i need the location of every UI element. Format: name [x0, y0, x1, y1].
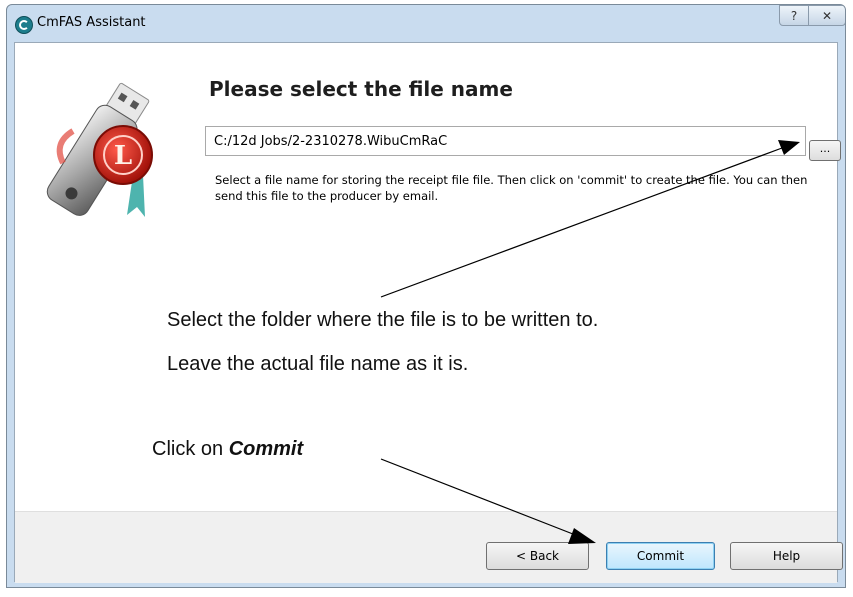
- usb-dongle-logo-icon: L: [46, 82, 153, 217]
- svg-text:L: L: [114, 141, 132, 171]
- app-icon: [15, 16, 33, 34]
- annotation-select-folder: Select the folder where the file is to b…: [167, 309, 599, 331]
- title-help-button[interactable]: ?: [779, 5, 809, 26]
- title-bar: CmFAS Assistant ? ✕: [7, 5, 845, 43]
- page-title: Please select the file name: [209, 77, 513, 101]
- back-button[interactable]: < Back: [486, 542, 589, 570]
- assistant-window: CmFAS Assistant ? ✕ L Please select the …: [6, 4, 846, 588]
- close-icon: ✕: [821, 8, 833, 23]
- filename-field[interactable]: [205, 126, 806, 156]
- window-title: CmFAS Assistant: [37, 15, 146, 30]
- help-button[interactable]: Help: [730, 542, 843, 570]
- question-mark-icon: ?: [790, 8, 798, 23]
- dialog-content: L Please select the file name ... Select…: [14, 42, 843, 583]
- annotation-click-prefix: Click on: [152, 438, 229, 460]
- browse-button[interactable]: ...: [809, 140, 841, 161]
- commit-button[interactable]: Commit: [606, 542, 715, 570]
- close-button[interactable]: ✕: [808, 5, 845, 26]
- annotation-click-target: Commit: [228, 438, 304, 460]
- annotation-click-commit: Click on Commit: [152, 438, 303, 461]
- annotation-leave-name: Leave the actual file name as it is.: [167, 353, 469, 375]
- instruction-text: Select a file name for storing the recei…: [215, 173, 808, 203]
